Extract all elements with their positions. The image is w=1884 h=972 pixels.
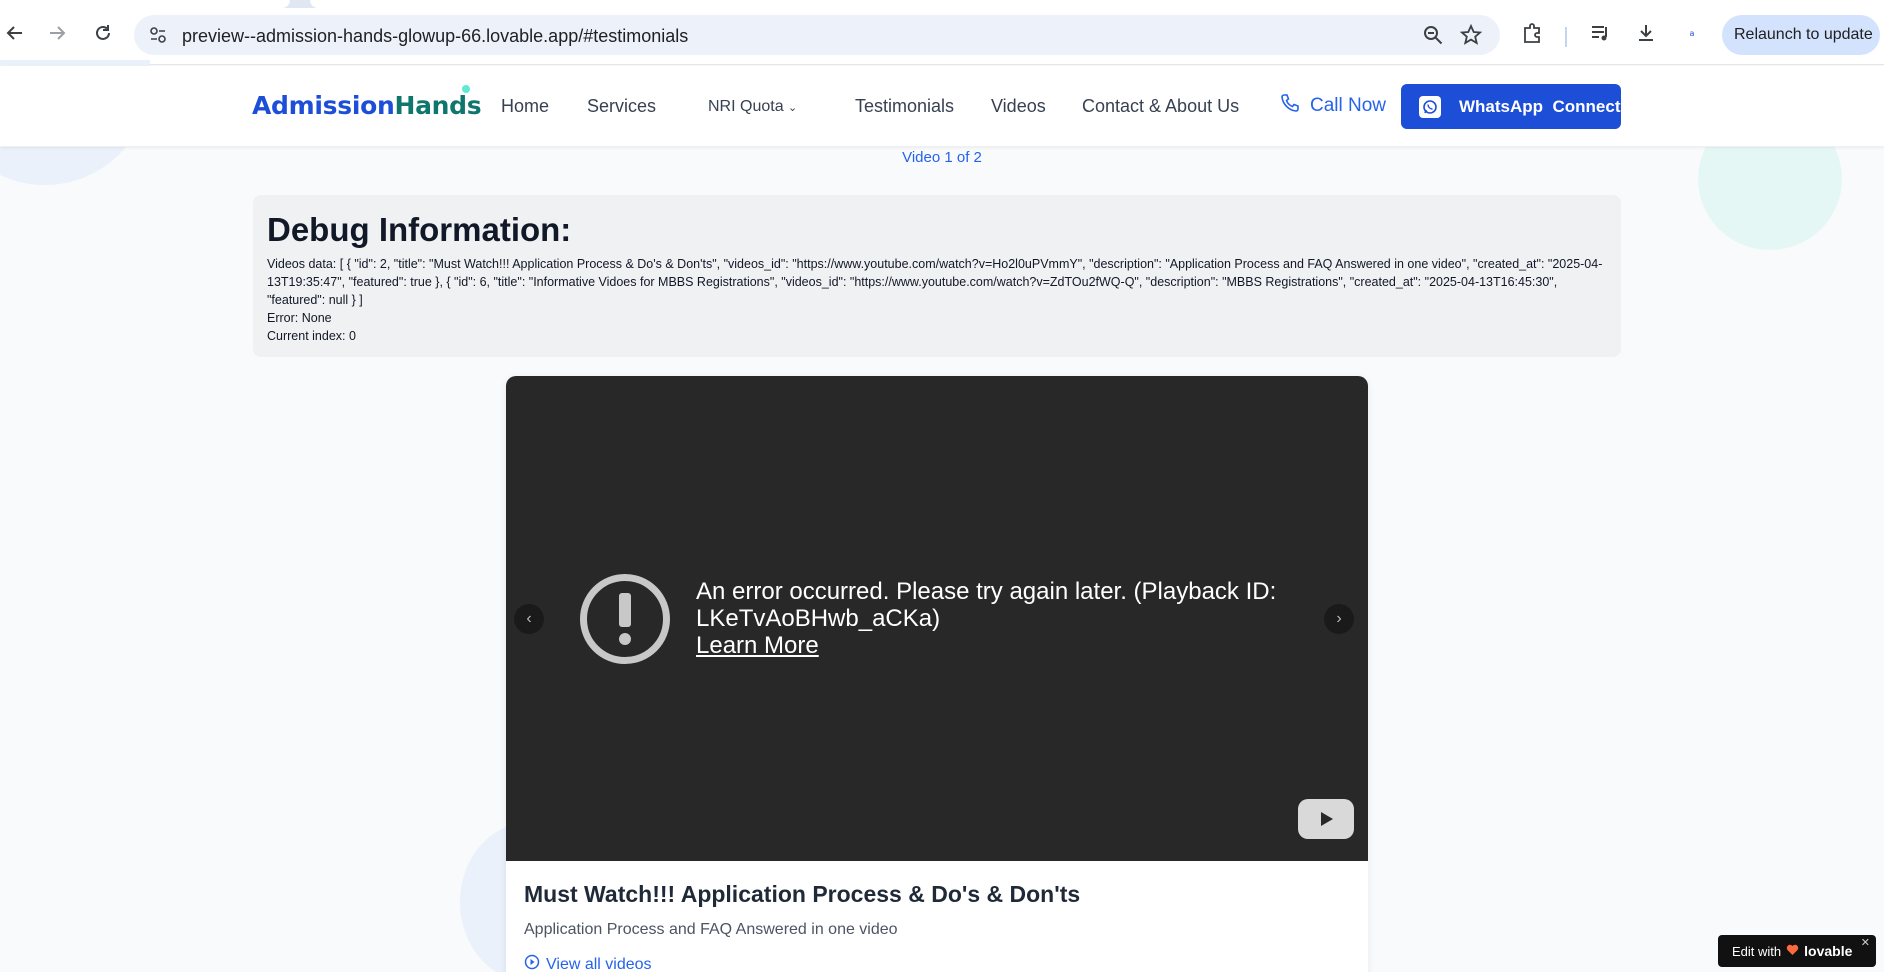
media-controls-icon[interactable] [1585,18,1615,48]
relaunch-button[interactable]: Relaunch to update [1722,15,1880,55]
back-icon[interactable] [0,18,30,48]
address-bar[interactable]: preview--admission-hands-glowup-66.lovab… [134,15,1500,55]
close-icon[interactable]: ✕ [1861,936,1870,949]
debug-videos-data: Videos data: [ { "id": 2, "title": "Must… [267,257,1603,307]
chevron-down-icon: ⌄ [788,102,798,114]
video-counter: Video 1 of 2 [902,149,982,166]
forward-icon[interactable] [42,18,72,48]
edit-with-lovable-badge[interactable]: Edit with lovable ✕ [1718,935,1876,967]
chevron-left-icon: ‹ [526,610,532,627]
lovable-brand: lovable [1804,943,1853,959]
video-description: Application Process and FAQ Answered in … [524,921,898,938]
logo-dot [462,85,470,93]
whatsapp-connect-button[interactable]: WhatsApp Connect [1401,84,1621,129]
whatsapp-icon [1419,95,1441,118]
video-title: Must Watch!!! Application Process & Do's… [524,881,1081,907]
nav-videos[interactable]: Videos [991,96,1046,117]
nav-nri-quota[interactable]: NRI Quota ⌄ [708,98,797,116]
whatsapp-label: WhatsApp Connect [1459,96,1621,116]
nav-testimonials[interactable]: Testimonials [855,96,954,117]
nav-services[interactable]: Services [587,96,656,117]
reload-icon[interactable] [88,18,118,48]
error-text: An error occurred. Please try again late… [696,578,1277,632]
url-text[interactable]: preview--admission-hands-glowup-66.lovab… [182,26,688,47]
debug-panel: Debug Information: Videos data: [ { "id"… [253,195,1621,357]
toolbar-divider [1565,27,1567,47]
play-circle-icon [524,954,540,972]
tab-strip [0,0,1884,8]
call-now-link[interactable]: Call Now [1280,93,1386,119]
extensions-icon[interactable] [1517,18,1547,48]
nav-contact[interactable]: Contact & About Us [1082,96,1239,117]
site-logo[interactable]: AdmissionHands [252,91,482,120]
debug-heading: Debug Information: [267,211,572,248]
chevron-right-icon: › [1336,610,1342,627]
youtube-play-icon[interactable] [1298,799,1354,839]
download-icon[interactable] [1631,18,1661,48]
heart-icon [1786,944,1799,959]
site-info-icon[interactable] [148,25,168,50]
svg-text:a: a [1690,29,1695,38]
video-player[interactable]: ‹ An error occurred. Please try again la… [506,376,1368,861]
video-card: ‹ An error occurred. Please try again la… [506,376,1368,972]
learn-more-link[interactable]: Learn More [696,632,1336,659]
phone-icon [1280,93,1300,119]
nav-home[interactable]: Home [501,96,549,117]
error-icon [580,574,670,664]
view-all-label: View all videos [546,955,652,972]
debug-current-index: Current index: 0 [267,329,356,343]
carousel-prev-button[interactable]: ‹ [514,604,544,634]
browser-toolbar: preview--admission-hands-glowup-66.lovab… [0,8,1884,65]
carousel-next-button[interactable]: › [1324,604,1354,634]
zoom-icon[interactable] [1422,24,1444,51]
player-error-message: An error occurred. Please try again late… [696,578,1336,659]
nav-nri-quota-label: NRI Quota [708,98,784,115]
logo-part-hands: Hands [394,91,482,120]
lovable-prefix: Edit with [1732,943,1782,959]
profile-icon[interactable]: a [1677,18,1707,48]
logo-part-admission: Admission [252,91,395,120]
browser-tab[interactable] [0,0,290,8]
call-now-label: Call Now [1310,95,1387,116]
browser-tab-area [310,0,1884,8]
bookmark-star-icon[interactable] [1459,23,1483,51]
view-all-videos-link[interactable]: View all videos [524,954,652,972]
debug-error: Error: None [267,311,332,325]
